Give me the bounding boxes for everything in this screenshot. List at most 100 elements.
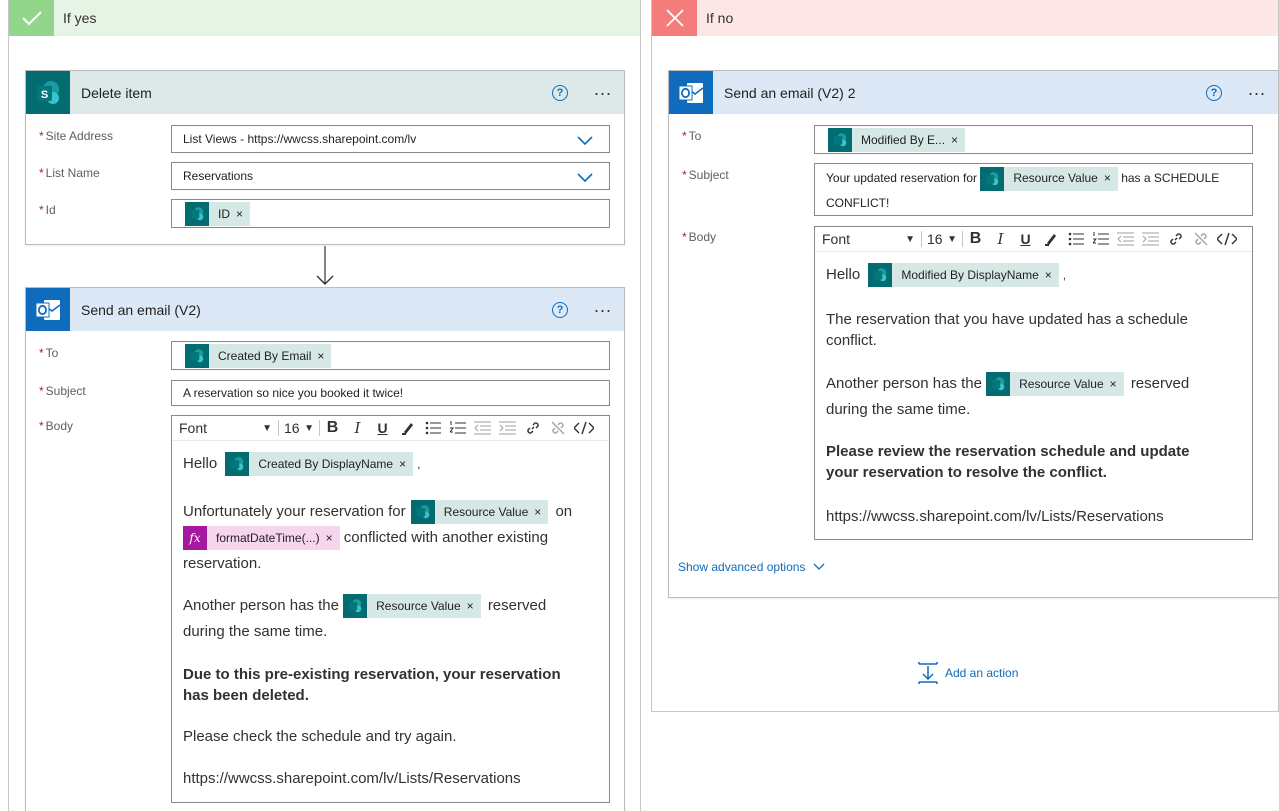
list-name-dropdown[interactable]: Reservations (171, 162, 610, 190)
token-remove-icon[interactable]: × (236, 207, 250, 221)
bullet-list-icon[interactable] (420, 421, 445, 435)
size-dropdown[interactable]: 16 ▼ (922, 231, 962, 247)
outlook-icon (669, 71, 713, 114)
help-icon[interactable]: ? (1205, 84, 1222, 101)
token-remove-icon[interactable]: × (1110, 371, 1124, 397)
to-field[interactable]: Modified By E... × (814, 125, 1253, 154)
body-editor[interactable]: Font ▼ 16 ▼ B I U Hello Created By Displ… (171, 415, 610, 803)
p2-text: during the same time. (826, 401, 971, 418)
token-remove-icon[interactable]: × (951, 133, 965, 147)
size-label: 16 (927, 231, 943, 247)
token-created-by-displayname[interactable]: Created By DisplayName × (225, 451, 414, 477)
font-dropdown[interactable]: Font ▼ (172, 420, 278, 436)
italic-icon[interactable]: I (988, 230, 1013, 248)
p2-text: Another person has the (183, 597, 339, 614)
delete-item-header[interactable]: S Delete item ? ... (26, 71, 624, 114)
token-remove-icon[interactable]: × (1104, 166, 1118, 191)
more-icon[interactable]: ... (1248, 80, 1266, 102)
token-resource-value[interactable]: Resource Value × (410, 499, 549, 525)
token-id[interactable]: ID × (185, 201, 251, 226)
body-paragraph-2: Another person has the Resource Value × … (183, 593, 603, 645)
svg-text:S: S (41, 89, 48, 101)
numbered-list-icon[interactable] (1088, 232, 1113, 246)
link-icon[interactable] (1163, 231, 1188, 247)
numbered-list-icon[interactable] (445, 421, 470, 435)
italic-icon[interactable]: I (345, 419, 370, 437)
unlink-icon[interactable] (1188, 231, 1213, 247)
sharepoint-icon (980, 166, 1005, 191)
token-modified-by-email[interactable]: Modified By E... × (828, 127, 966, 152)
token-remove-icon[interactable]: × (534, 499, 548, 525)
id-field[interactable]: ID × (171, 199, 610, 228)
token-created-by-email[interactable]: Created By Email × (185, 343, 332, 368)
branch-header-no: If no (652, 0, 1278, 36)
p2-text: reserved (487, 597, 547, 614)
underline-icon[interactable]: U (370, 420, 395, 436)
send-email-2-header[interactable]: Send an email (V2) 2 ? ... (669, 71, 1278, 114)
token-label: Resource Value (1019, 377, 1104, 392)
token-modified-by-displayname[interactable]: Modified By DisplayName × (868, 262, 1059, 288)
help-icon[interactable]: ? (551, 301, 568, 318)
p2-text: during the same time. (183, 623, 328, 640)
bold-icon[interactable]: B (963, 230, 988, 248)
add-action-icon (918, 662, 938, 684)
token-remove-icon[interactable]: × (317, 349, 331, 363)
size-dropdown[interactable]: 16 ▼ (279, 420, 319, 436)
branch-label: If no (706, 10, 734, 26)
send-email-card: Send an email (V2) ? ... * To Created By … (25, 287, 625, 811)
send-email-header[interactable]: Send an email (V2) ? ... (26, 288, 624, 331)
branch-label: If yes (63, 10, 97, 26)
token-formatdatetime[interactable]: fx formatDateTime(...) × (183, 525, 340, 551)
subject-text: has a SCHEDULE (1121, 171, 1220, 185)
card-title: Send an email (V2) (81, 301, 201, 318)
site-address-dropdown[interactable]: List Views - https://wwcss.sharepoint.co… (171, 125, 610, 153)
delete-item-card: S Delete item ? ... * Site Address List V… (25, 70, 625, 245)
highlight-icon[interactable] (395, 421, 420, 435)
to-field[interactable]: Created By Email × (171, 341, 610, 370)
show-advanced-options[interactable]: Show advanced options (678, 560, 825, 574)
token-resource-value[interactable]: Resource Value × (986, 371, 1124, 397)
unlink-icon[interactable] (545, 420, 570, 436)
bullet-list-icon[interactable] (1063, 232, 1088, 246)
subject-content: Your updated reservation for Resource Va… (826, 166, 1219, 216)
token-label: Modified By E... (861, 132, 946, 147)
code-view-icon[interactable] (1213, 232, 1241, 246)
link-icon[interactable] (520, 420, 545, 436)
close-icon (652, 0, 697, 36)
decrease-indent-icon[interactable] (1113, 232, 1138, 246)
more-icon[interactable]: ... (594, 80, 612, 102)
chevron-down-icon: ▼ (905, 233, 915, 245)
bold-icon[interactable]: B (320, 419, 345, 437)
subject-field[interactable]: A reservation so nice you booked it twic… (171, 380, 610, 406)
highlight-icon[interactable] (1038, 232, 1063, 246)
token-remove-icon[interactable]: × (467, 593, 481, 619)
subject-text: CONFLICT! (826, 196, 890, 210)
code-view-icon[interactable] (570, 421, 598, 435)
underline-icon[interactable]: U (1013, 231, 1038, 247)
size-label: 16 (284, 420, 300, 436)
p1-text: conflict. (826, 332, 877, 349)
token-resource-value[interactable]: Resource Value × (980, 166, 1118, 191)
token-label: Created By Email (218, 348, 312, 363)
body-paragraph-1: The reservation that you have updated ha… (826, 309, 1246, 351)
sharepoint-icon (986, 372, 1011, 397)
body-greeting: Hello Created By DisplayName × , (183, 451, 420, 477)
token-resource-value[interactable]: Resource Value × (343, 593, 481, 619)
font-dropdown[interactable]: Font ▼ (815, 231, 921, 247)
increase-indent-icon[interactable] (1138, 232, 1163, 246)
token-remove-icon[interactable]: × (399, 451, 413, 477)
more-icon[interactable]: ... (594, 297, 612, 319)
decrease-indent-icon[interactable] (470, 421, 495, 435)
body-editor[interactable]: Font ▼ 16 ▼ B I U Hello Modified By Disp… (814, 226, 1253, 540)
branch-if-yes: If yes S Delete item ? ... * Site Address… (8, 0, 641, 811)
font-label: Font (179, 420, 208, 436)
token-remove-icon[interactable]: × (1045, 262, 1059, 288)
card-title: Delete item (81, 84, 152, 101)
subject-field[interactable]: Your updated reservation for Resource Va… (814, 163, 1253, 216)
token-remove-icon[interactable]: × (326, 525, 340, 551)
body-paragraph-5: https://wwcss.sharepoint.com/lv/Lists/Re… (183, 770, 521, 787)
add-action-button[interactable]: Add an action (918, 662, 1018, 684)
help-icon[interactable]: ? (551, 84, 568, 101)
increase-indent-icon[interactable] (495, 421, 520, 435)
token-label: Resource Value (1013, 171, 1098, 186)
